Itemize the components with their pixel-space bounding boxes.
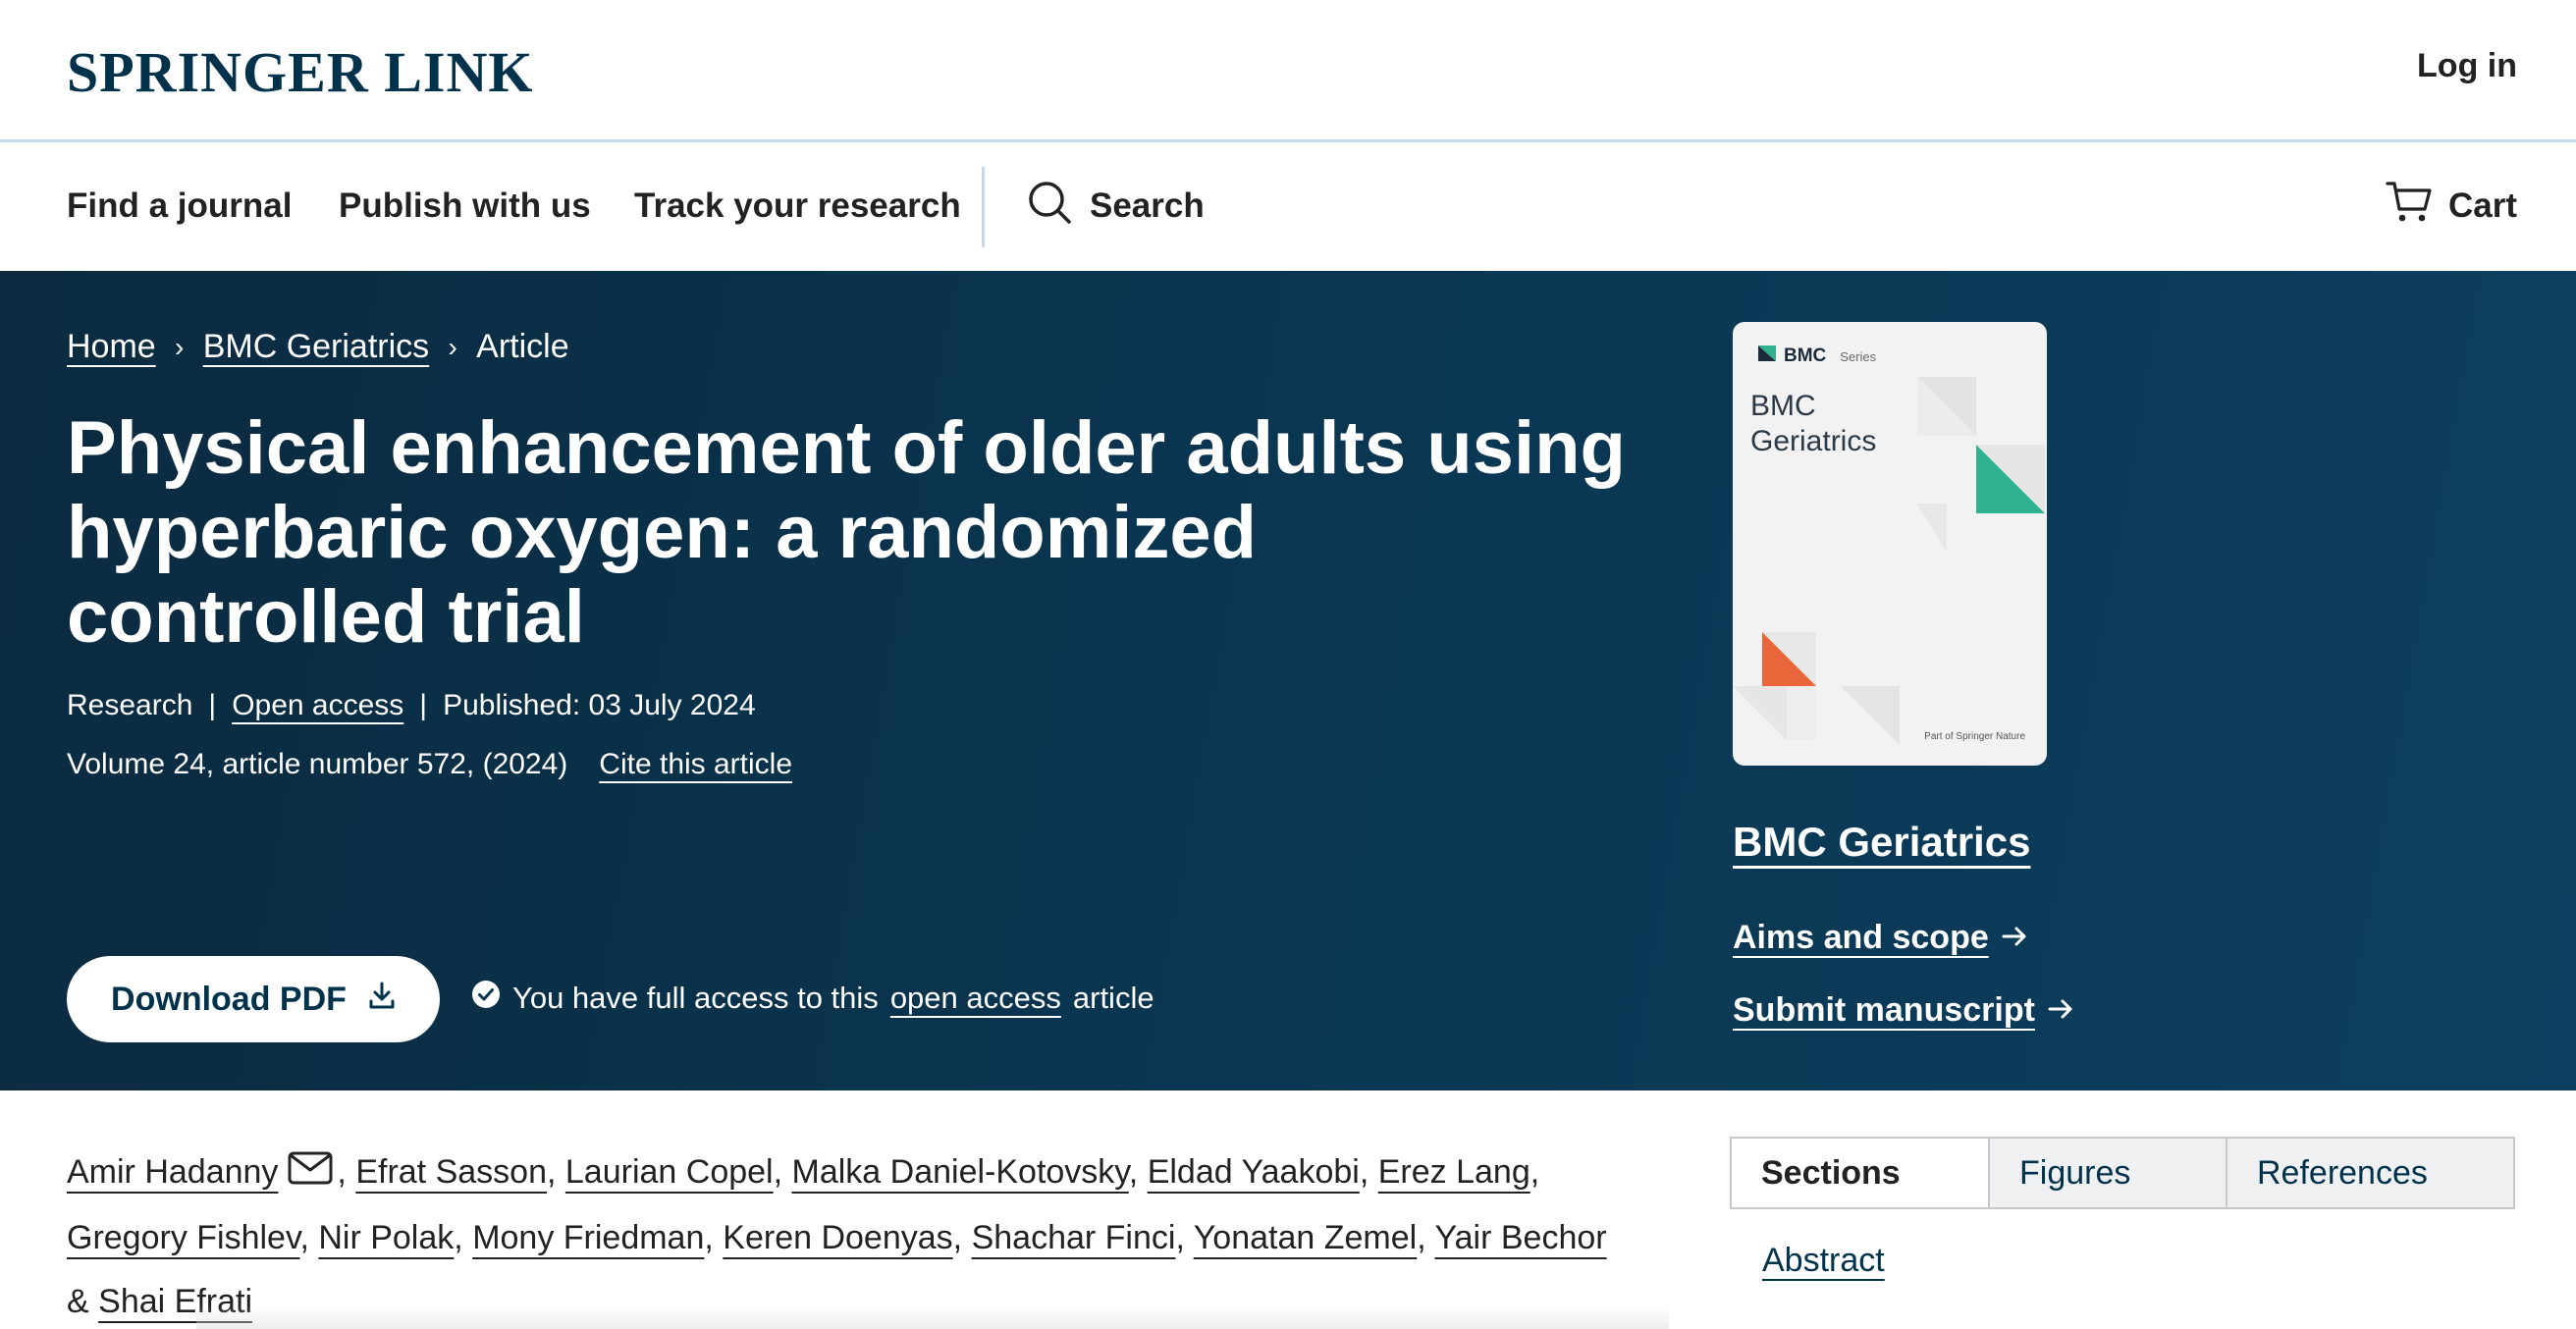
nav-find-journal[interactable]: Find a journal: [67, 186, 292, 226]
author-link[interactable]: Eldad Yaakobi: [1148, 1153, 1360, 1191]
author-link[interactable]: Nir Polak: [318, 1219, 454, 1256]
author-link[interactable]: Efrat Sasson: [355, 1153, 547, 1191]
check-circle-icon: [471, 980, 501, 1017]
scroll-shadow: [196, 1305, 1669, 1329]
login-link[interactable]: Log in: [2417, 47, 2517, 85]
search-label: Search: [1090, 186, 1205, 225]
download-pdf-button[interactable]: Download PDF: [67, 956, 440, 1042]
cover-title: BMC Geriatrics: [1750, 390, 1877, 457]
arrow-right-icon: [2047, 991, 2074, 1030]
cart-icon: [2386, 180, 2433, 234]
access-note-prefix: You have full access to this: [512, 981, 879, 1015]
download-icon: [368, 981, 396, 1019]
main-nav: Find a journal Publish with us Track you…: [0, 145, 2576, 271]
bmc-logo-icon: [1758, 346, 1776, 367]
submit-manuscript-label: Submit manuscript: [1733, 991, 2035, 1029]
author-link[interactable]: Amir Hadanny: [67, 1153, 278, 1191]
open-access-link[interactable]: Open access: [232, 689, 403, 722]
nav-publish-with-us[interactable]: Publish with us: [339, 186, 591, 226]
author-list: Amir Hadanny, Efrat Sasson, Laurian Cope…: [67, 1141, 1628, 1329]
author-link[interactable]: Laurian Copel: [565, 1153, 774, 1191]
download-pdf-label: Download PDF: [111, 980, 347, 1018]
nav-track-research[interactable]: Track your research: [634, 186, 961, 226]
author-link[interactable]: Keren Doenyas: [723, 1219, 952, 1256]
nav-divider: [982, 167, 985, 247]
cart-button[interactable]: Cart: [2386, 179, 2517, 234]
journal-name-link[interactable]: BMC Geriatrics: [1733, 819, 2030, 866]
tab-figures[interactable]: Figures: [1990, 1139, 2227, 1207]
cover-brand-name: BMC: [1784, 346, 1827, 366]
email-icon[interactable]: [288, 1143, 333, 1206]
aims-and-scope-link[interactable]: Aims and scope: [1733, 919, 2028, 957]
article-type: Research: [67, 689, 193, 721]
access-note: You have full access to this open access…: [471, 980, 1154, 1017]
springer-link-logo[interactable]: SPRINGER LINK: [67, 39, 533, 105]
chevron-right-icon: ›: [175, 331, 185, 362]
breadcrumb-journal[interactable]: BMC Geriatrics: [203, 328, 429, 366]
section-link-abstract[interactable]: Abstract: [1762, 1242, 1885, 1280]
cover-brand: BMC Series: [1758, 346, 1876, 367]
volume-info: Volume 24, article number 572, (2024): [67, 748, 568, 780]
aims-and-scope-label: Aims and scope: [1733, 919, 1989, 956]
meta-separator: |: [419, 689, 428, 721]
sections-tabs: Sections Figures References: [1730, 1137, 2515, 1209]
search-icon: [1027, 180, 1072, 234]
chevron-right-icon: ›: [448, 331, 457, 362]
tab-references[interactable]: References: [2227, 1139, 2513, 1207]
author-link[interactable]: Gregory Fishlev: [67, 1219, 299, 1256]
author-link[interactable]: Mony Friedman: [472, 1219, 704, 1256]
author-link[interactable]: Shachar Finci: [972, 1219, 1176, 1256]
tab-sections[interactable]: Sections: [1732, 1139, 1990, 1207]
author-link[interactable]: Erez Lang: [1378, 1153, 1530, 1191]
cart-label: Cart: [2447, 186, 2517, 225]
breadcrumb-home[interactable]: Home: [67, 328, 156, 366]
article-volume-row: Volume 24, article number 572, (2024) Ci…: [67, 748, 792, 781]
access-note-open-access-link[interactable]: open access: [890, 981, 1061, 1016]
author-ampersand: &: [67, 1282, 89, 1320]
cover-footer: Part of Springer Nature: [1924, 731, 2025, 742]
author-link[interactable]: Yonatan Zemel: [1194, 1219, 1417, 1256]
article-meta: Research | Open access | Published: 03 J…: [67, 689, 756, 722]
access-note-suffix: article: [1072, 981, 1154, 1015]
author-link[interactable]: Yair Bechor: [1434, 1219, 1606, 1256]
published-date: Published: 03 July 2024: [443, 689, 756, 721]
breadcrumb-current: Article: [476, 328, 569, 365]
cover-series: Series: [1840, 348, 1877, 364]
search-button[interactable]: Search: [1027, 179, 1205, 234]
site-header: SPRINGER LINK Log in: [0, 0, 2576, 142]
article-hero: Home › BMC Geriatrics › Article Physical…: [0, 271, 2576, 1090]
article-title: Physical enhancement of older adults usi…: [67, 406, 1626, 659]
cite-article-link[interactable]: Cite this article: [599, 748, 792, 781]
author-link[interactable]: Malka Daniel-Kotovsky: [792, 1153, 1129, 1191]
journal-cover[interactable]: BMC Series BMC Geriatrics Part of Spring…: [1733, 322, 2047, 766]
breadcrumb: Home › BMC Geriatrics › Article: [67, 328, 569, 366]
submit-manuscript-link[interactable]: Submit manuscript: [1733, 991, 2074, 1030]
meta-separator: |: [208, 689, 217, 721]
arrow-right-icon: [2001, 919, 2028, 957]
